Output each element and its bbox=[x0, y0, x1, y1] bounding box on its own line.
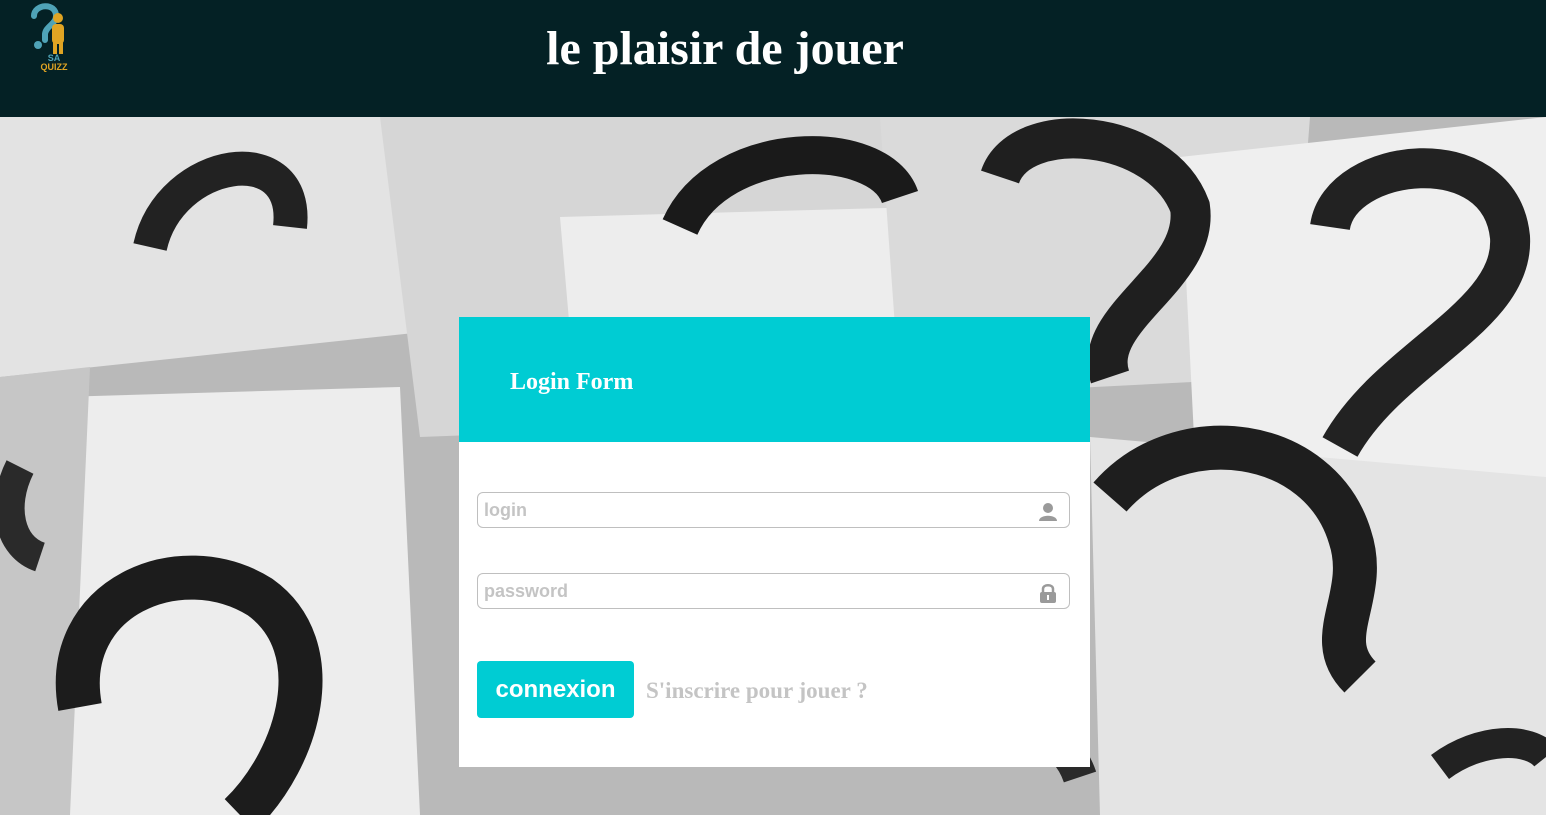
login-form-title: Login Form bbox=[510, 369, 634, 395]
lock-icon bbox=[1037, 582, 1059, 604]
login-form-card: Login Form connexion S'inscrire pour jou… bbox=[459, 317, 1090, 767]
page-title: le plaisir de jouer bbox=[546, 22, 904, 75]
register-link[interactable]: S'inscrire pour jouer ? bbox=[646, 677, 868, 705]
login-form-header: Login Form bbox=[459, 317, 1090, 442]
password-field[interactable] bbox=[477, 573, 1070, 609]
password-input[interactable] bbox=[484, 576, 1024, 606]
login-field[interactable] bbox=[477, 492, 1070, 528]
login-input[interactable] bbox=[484, 495, 1024, 525]
user-icon bbox=[1037, 501, 1059, 523]
top-header: SA QUIZZ le plaisir de jouer bbox=[0, 0, 1546, 117]
connexion-button[interactable]: connexion bbox=[477, 661, 634, 718]
